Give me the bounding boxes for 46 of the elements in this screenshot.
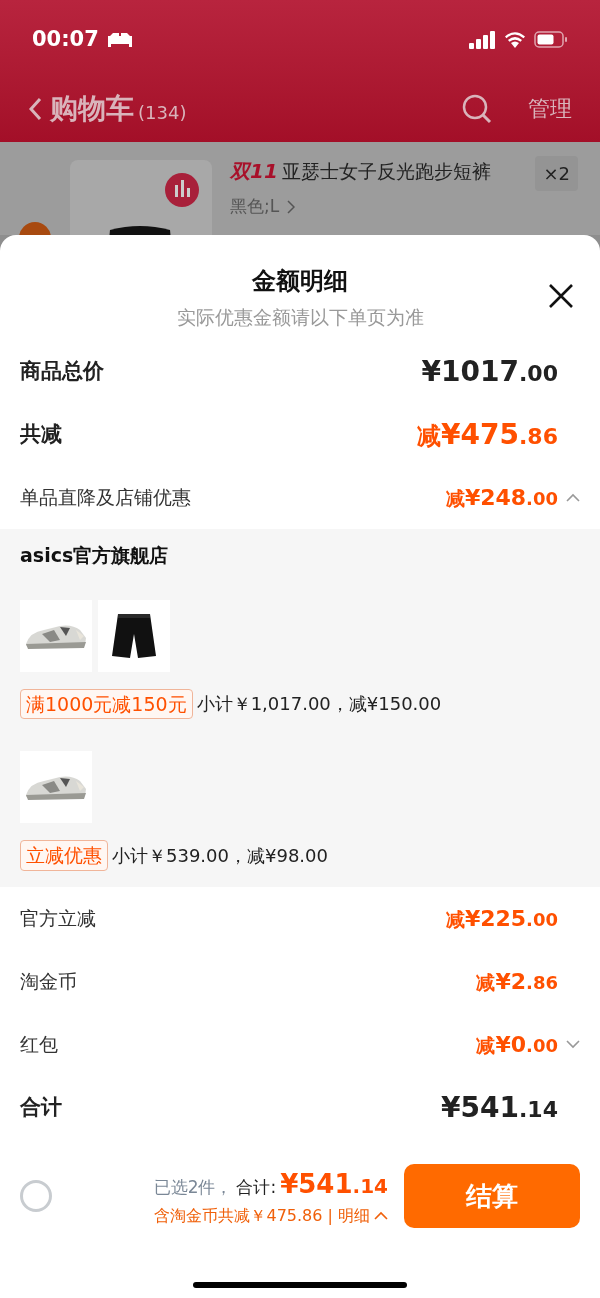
product-title: 亚瑟士女子反光跑步短裤 — [281, 158, 491, 184]
price-amount: ¥541.14 — [441, 1089, 558, 1126]
chevron-right-icon[interactable] — [287, 199, 296, 214]
savings-detail-link[interactable]: 含淘金币共减￥475.86 | 明细 — [154, 1203, 388, 1228]
wifi-icon — [504, 31, 526, 48]
checkout-button[interactable]: 结算 — [404, 1164, 580, 1228]
select-all-radio[interactable] — [20, 1180, 52, 1212]
variant-selector[interactable]: 黑色;L — [230, 194, 280, 220]
row-label: 合计 — [20, 1093, 62, 1121]
price-amount: 减¥225.00 — [445, 905, 558, 933]
sheet-subtitle: 实际优惠金额请以下单页为准 — [176, 305, 424, 330]
battery-icon — [534, 31, 568, 48]
chevron-up-icon[interactable] — [566, 493, 580, 502]
subtotal-text: 小计￥539.00，减¥98.00 — [112, 843, 328, 868]
page-title: 购物车 — [50, 90, 134, 127]
price-amount: 减¥248.00 — [445, 484, 558, 512]
row-label: 商品总价 — [20, 357, 104, 385]
row-label: 红包 — [20, 1032, 58, 1058]
back-icon[interactable] — [28, 96, 42, 121]
price-amount: ¥1017.00 — [421, 353, 558, 390]
total-label: 合计: — [236, 1175, 277, 1199]
row-label: 官方立减 — [20, 906, 96, 932]
item-count: (134) — [138, 101, 187, 125]
promo-label: 双11 — [230, 158, 278, 185]
subtotal-text: 小计￥1,017.00，减¥150.00 — [196, 692, 442, 717]
row-label: 共减 — [20, 420, 62, 448]
bed-icon — [106, 31, 133, 48]
store-name: asics官方旗舰店 — [20, 543, 170, 568]
chevron-up-icon[interactable] — [374, 1211, 388, 1220]
chevron-down-icon[interactable] — [566, 1040, 580, 1049]
promo-tag: 满1000元减150元 — [20, 688, 193, 719]
price-amount: 减¥0.00 — [476, 1031, 558, 1059]
row-label: 单品直降及店铺优惠 — [20, 485, 191, 511]
manage-button[interactable]: 管理 — [528, 92, 572, 125]
search-icon[interactable] — [462, 93, 492, 124]
promo-tag: 立减优惠 — [20, 840, 108, 871]
sheet-title: 金额明细 — [252, 266, 348, 297]
quantity-badge: ×2 — [535, 156, 578, 191]
total-amount: ¥541.14 — [280, 1167, 388, 1201]
close-button[interactable] — [548, 283, 574, 309]
row-label: 淘金币 — [20, 969, 77, 995]
price-amount: 减¥475.86 — [417, 416, 558, 453]
price-amount: 减¥2.86 — [476, 968, 558, 996]
status-time: 00:07 — [32, 25, 99, 53]
signal-icon — [469, 30, 496, 49]
selected-count: 已选2件， — [153, 1175, 233, 1199]
